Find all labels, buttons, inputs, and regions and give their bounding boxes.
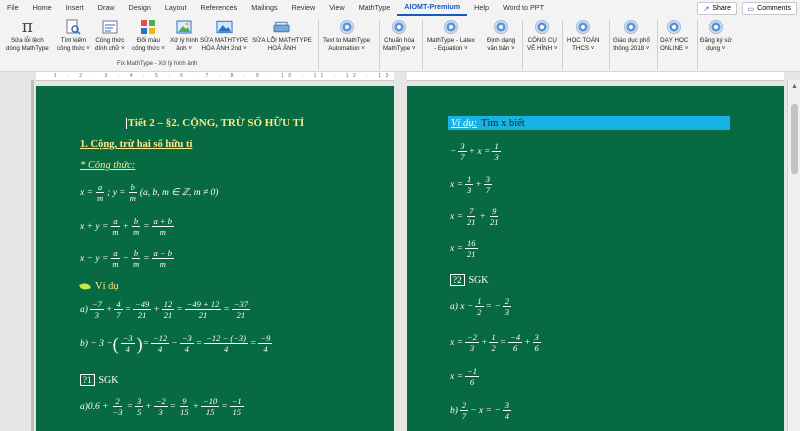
question-2-sgk: ?2 SGK [450,274,489,286]
formula-subtraction: x − y = am − bm = a − bm [80,248,175,269]
online-teaching-button[interactable]: DẠY HỌC ONLINE ˅ [660,18,688,52]
text-cursor [125,117,127,129]
ribbon-tabs: File Home Insert Draw Design Layout Refe… [0,0,800,16]
search-formula-button[interactable]: Tìm kiếm công thức ˅ [57,18,90,52]
ribbon-separator [318,20,319,70]
gear-icon [534,18,551,35]
formula-heading: * Công thức: [80,160,136,171]
formula-addition: x + y = am + bm = a + bm [80,216,175,237]
vertical-ruler [31,80,34,431]
comments-label: Comments [757,5,791,12]
vertical-scrollbar[interactable]: ▲ [787,80,800,431]
comment-icon: ▭ [747,5,755,13]
ribbon-separator [562,20,563,70]
tab-insert[interactable]: Insert [59,0,91,16]
formula-definition: x = am ; y = bm (a, b, m ∈ ℤ, m ≠ 0) [80,182,219,203]
group-label-fix-mathtype: Fix MathType - Xử lý hình ảnh [117,61,198,67]
share-icon: ↗ [703,5,710,13]
tab-layout[interactable]: Layout [158,0,194,16]
gear-icon [707,18,724,35]
scanner-icon [273,18,290,35]
leaf-icon [79,281,91,292]
formula-text-icon [101,18,118,35]
ribbon: π Sửa lỗi lệch dòng MathType Tìm kiếm cô… [0,16,800,72]
example-heading: Ví dụ [79,281,119,292]
section-heading: 1. Cộng, trừ hai số hữu tỉ [80,139,193,150]
formula-stick-text-button[interactable]: Công thức dính chữ ˅ [95,18,125,52]
ruler-page2[interactable] [407,72,784,81]
gear-icon [666,18,683,35]
question-2-b: b) 27 − x = − 34 [450,400,511,421]
fix-mathtype-image-2nd-button[interactable]: SỬA MATHTYPE HÓA ẢNH 2nd ˅ [200,18,248,52]
scroll-up-icon[interactable]: ▲ [791,83,798,90]
find-x-equation: − 37 + x = 13 [450,141,501,162]
color-palette-icon [140,18,157,35]
pi-icon: π [21,16,33,37]
tab-references[interactable]: References [194,0,245,16]
tab-review[interactable]: Review [285,0,323,16]
gear-icon [623,18,640,35]
tab-file[interactable]: File [0,0,26,16]
gear-icon [442,18,459,35]
tab-draw[interactable]: Draw [91,0,122,16]
tab-view[interactable]: View [322,0,351,16]
mathtype-latex-button[interactable]: MathType - Latex - Equation ˅ [427,18,475,52]
gear-icon [338,18,355,35]
tab-design[interactable]: Design [122,0,158,16]
gear-icon [391,18,408,35]
question-2-a-result: x = −1 6 [450,366,480,387]
question-1-sgk: ?1 SGK [80,374,119,386]
tab-help[interactable]: Help [467,0,496,16]
text-to-mathtype-button[interactable]: Text to MathType Automation ˅ [323,18,370,52]
gear-icon [493,18,510,35]
search-formula-icon [65,18,82,35]
fix-mathtype-image-button[interactable]: SỬA LỖI MATHTYPE HOÁ ẢNH [252,18,312,52]
tab-mailings[interactable]: Mailings [244,0,284,16]
document-page-2[interactable]: Ví dụ: Tìm x biết − 37 + x = 13 x = 13 +… [407,86,784,431]
drawing-tools-button[interactable]: CÔNG CỤ VẼ HÌNH ˅ [527,18,557,52]
fix-mathtype-line-button[interactable]: π Sửa lỗi lệch dòng MathType [6,16,49,52]
share-label: Share [712,5,731,12]
tab-home[interactable]: Home [26,0,59,16]
ribbon-separator [379,20,380,70]
change-formula-color-button[interactable]: Đổi màu công thức ˅ [132,18,165,52]
ribbon-separator [522,20,523,70]
lesson-title: Tiết 2 – §2. CỘNG, TRỪ SỐ HỮU TỈ [125,117,305,129]
example-find-x-heading: Ví dụ: Tìm x biết [448,116,730,130]
scrollbar-thumb[interactable] [791,104,798,174]
tab-mathtype[interactable]: MathType [352,0,398,16]
find-x-step-1: x = 13 + 37 [450,174,492,195]
image-icon [176,18,193,35]
normalize-mathtype-button[interactable]: Chuẩn hóa MathType ˅ [383,18,416,52]
landscape-image-icon [216,18,233,35]
share-button[interactable]: ↗ Share [697,2,737,15]
general-education-2018-button[interactable]: Giáo dục phổ thông 2018 ˅ [613,18,650,52]
question-2-a-step: x = −2 3 + 12 = −4 6 + 36 [450,332,541,353]
ribbon-separator [609,20,610,70]
document-page-1[interactable]: Tiết 2 – §2. CỘNG, TRỪ SỐ HỮU TỈ 1. Cộng… [36,86,394,431]
gear-icon [575,18,592,35]
ribbon-separator [422,20,423,70]
ribbon-separator [657,20,658,70]
learn-math-thcs-button[interactable]: HỌC TOÁN THCS ˅ [567,18,599,52]
ruler-page1[interactable]: · 1 · 2 · 3 · 4 · 5 · 6 · 7 · 8 · 9 · 10… [36,72,394,81]
example-b: b) − 3 − ( −3 4 ) = −12 4 − −3 4 = −12 − (−… [80,333,273,354]
text-format-button[interactable]: Định dạng văn bản ˅ [487,18,515,52]
tab-aiomt-premium[interactable]: AIOMT-Premium [397,0,468,16]
comments-button[interactable]: ▭ Comments [741,2,797,15]
ribbon-separator [697,20,698,70]
example-a: a) −7 3 + 47 = −49 21 + 12 21 = −49 + 12 21 … [80,299,251,320]
image-processing-button[interactable]: Xử lý hình ảnh ˅ [170,18,198,52]
question-1-a: a)0.6 + 2 −3 = 35 + −2 3 = 9 15 + −10 15 = −… [80,396,244,417]
register-button[interactable]: Đăng ký sử dụng ˅ [700,18,732,52]
find-x-result: x = 16 21 [450,238,478,259]
find-x-step-2: x = 7 21 + 9 21 [450,206,499,227]
tab-word-to-ppt[interactable]: Word to PPT [496,0,551,16]
question-2-a: a) x − 12 = − 23 [450,296,511,317]
